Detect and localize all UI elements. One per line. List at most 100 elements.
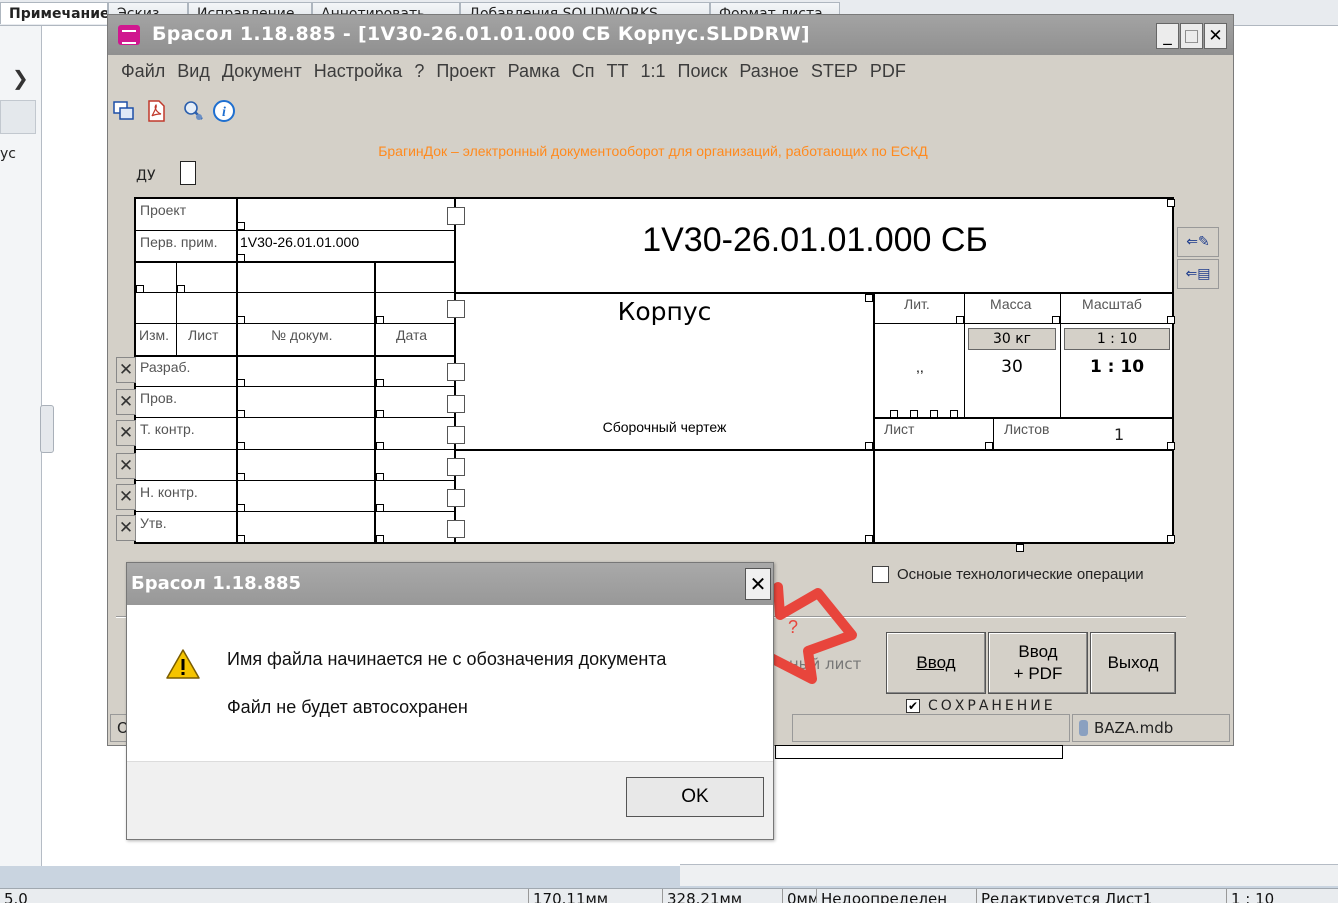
info-icon[interactable]: i xyxy=(212,99,236,123)
exit-button[interactable]: Выход xyxy=(1090,632,1176,694)
scale-button[interactable]: 1 : 10 xyxy=(1064,328,1170,350)
menu-help[interactable]: ? xyxy=(413,61,424,82)
menu-file[interactable]: Файл xyxy=(120,61,165,82)
menu-spec[interactable]: Сп xyxy=(571,61,595,82)
save-checkbox[interactable]: ✔ xyxy=(906,699,920,713)
project-checkbox[interactable] xyxy=(447,207,465,225)
enter-pdf-line2: + PDF xyxy=(1013,664,1063,683)
lit-value[interactable]: ,, xyxy=(916,359,924,375)
col-change: Изм. xyxy=(139,327,169,343)
app-icon xyxy=(118,25,140,45)
enter-button[interactable]: Ввод xyxy=(886,632,986,694)
sheets-label: Листов xyxy=(1004,421,1050,437)
settings-search-icon[interactable] xyxy=(182,99,206,123)
role-norm-control: Н. контр. xyxy=(140,484,198,500)
lit-label: Лит. xyxy=(904,296,930,312)
chevron-right-icon[interactable]: ❯ xyxy=(12,66,29,90)
du-label: ДУ xyxy=(136,168,156,184)
menu-scale-1-1[interactable]: 1:1 xyxy=(639,61,665,82)
dialog-title-bar[interactable]: Брасол 1.18.885 ✕ xyxy=(127,563,773,605)
scale-value[interactable]: 1 : 10 xyxy=(1064,357,1170,377)
background-statusbar: 5.0 170.11мм 328.21мм 0мм Недоопределен … xyxy=(0,888,1338,903)
menu-step[interactable]: STEP xyxy=(810,61,858,82)
col-sheet: Лист xyxy=(188,327,219,343)
sheets-value[interactable]: 1 xyxy=(1114,425,1124,444)
menu-frame[interactable]: Рамка xyxy=(507,61,560,82)
title-block: Проект Перв. прим. 1V30-26.01.01.000 Изм… xyxy=(134,197,1175,552)
row-checkbox[interactable] xyxy=(447,300,465,318)
col-doc-no: № докум. xyxy=(271,327,333,343)
tech-control-checkbox[interactable] xyxy=(447,426,465,444)
status-db: BAZA.mdb xyxy=(1072,714,1230,742)
pdf-icon[interactable] xyxy=(144,99,168,123)
exit-button-label: Выход xyxy=(1107,653,1159,672)
ok-button[interactable]: OK xyxy=(626,777,764,817)
close-button[interactable]: ✕ xyxy=(1204,23,1227,49)
clear-checker-button[interactable]: ✕ xyxy=(116,389,136,415)
menu-search[interactable]: Поиск xyxy=(677,61,728,82)
status-value: 5.0 xyxy=(4,890,28,903)
empty-role-checkbox[interactable] xyxy=(447,458,465,476)
paste-from-clipboard-icon[interactable]: ⇐▤ xyxy=(1177,259,1219,289)
tab-note[interactable]: Примечание xyxy=(0,2,108,24)
clear-approver-button[interactable]: ✕ xyxy=(116,515,136,541)
mass-label: Масса xyxy=(990,296,1032,312)
approver-checkbox[interactable] xyxy=(447,520,465,538)
developer-checkbox[interactable] xyxy=(447,363,465,381)
dialog-title: Брасол 1.18.885 xyxy=(131,573,302,594)
status-y: 328.21мм xyxy=(662,889,782,903)
clear-norm-control-button[interactable]: ✕ xyxy=(116,484,136,510)
enter-pdf-button[interactable]: Ввод + PDF xyxy=(988,632,1088,694)
main-title-bar[interactable]: Брасол 1.18.885 - [1V30-26.01.01.000 СБ … xyxy=(108,15,1233,55)
menu-document[interactable]: Документ xyxy=(221,61,302,82)
document-designation[interactable]: 1V30-26.01.01.000 СБ xyxy=(456,221,1174,260)
menu-tt[interactable]: ТТ xyxy=(605,61,628,82)
first-use-value[interactable]: 1V30-26.01.01.000 xyxy=(240,234,359,250)
menu-pdf[interactable]: PDF xyxy=(869,61,906,82)
annotation-question: ? xyxy=(788,617,798,637)
drawing-strip xyxy=(775,745,1063,759)
role-developer: Разраб. xyxy=(140,359,191,375)
du-checkbox[interactable] xyxy=(180,161,196,185)
status-z: 0мм xyxy=(782,889,816,903)
database-icon xyxy=(1079,720,1088,736)
horizontal-scrollbar[interactable] xyxy=(680,864,1338,886)
minimize-button[interactable]: _ xyxy=(1156,23,1179,49)
windows-icon[interactable] xyxy=(112,99,136,123)
warning-icon xyxy=(166,649,200,679)
norm-control-checkbox[interactable] xyxy=(447,489,465,507)
checker-checkbox[interactable] xyxy=(447,395,465,413)
status-db-label: BAZA.mdb xyxy=(1094,719,1174,737)
menu-settings[interactable]: Настройка xyxy=(313,61,403,82)
role-checker: Пров. xyxy=(140,390,177,406)
clear-empty-role-button[interactable]: ✕ xyxy=(116,453,136,479)
dialog-close-button[interactable]: ✕ xyxy=(745,568,771,600)
menu-project[interactable]: Проект xyxy=(435,61,495,82)
mass-value[interactable]: 30 xyxy=(968,357,1056,377)
project-label: Проект xyxy=(140,202,187,218)
sidebar-resize-handle[interactable] xyxy=(40,405,54,453)
menu-view[interactable]: Вид xyxy=(176,61,210,82)
scale-label: Масштаб xyxy=(1082,296,1142,312)
clear-developer-button[interactable]: ✕ xyxy=(116,357,136,383)
menu-misc[interactable]: Разное xyxy=(738,61,798,82)
warning-dialog: Брасол 1.18.885 ✕ Имя файла начинается н… xyxy=(126,562,774,840)
sidebar-field[interactable] xyxy=(0,100,36,134)
window-title: Брасол 1.18.885 - [1V30-26.01.01.000 СБ … xyxy=(152,23,810,45)
document-type[interactable]: Сборочный чертеж xyxy=(456,419,873,435)
col-date: Дата xyxy=(396,327,428,343)
status-scale: 1 : 10 xyxy=(1226,889,1338,903)
clear-tech-control-button[interactable]: ✕ xyxy=(116,420,136,446)
tagline: БрагинДок – электронный документооборот … xyxy=(378,143,928,159)
document-name[interactable]: Корпус xyxy=(456,297,873,326)
mass-button[interactable]: 30 кг xyxy=(968,328,1056,350)
main-operations-checkbox[interactable] xyxy=(872,566,889,583)
save-label: СОХРАНЕНИЕ xyxy=(928,698,1056,714)
sheet-label: Лист xyxy=(884,421,915,437)
main-operations-label: Осноые технологические операции xyxy=(897,566,1144,583)
menu-bar: Файл Вид Документ Настройка? Проект Рамка Сп ТТ… xyxy=(108,61,906,87)
maximize-button[interactable]: □ xyxy=(1180,23,1203,49)
status-x: 170.11мм xyxy=(528,889,620,903)
status-middle xyxy=(792,714,1070,742)
paste-designation-icon[interactable]: ⇐✎ xyxy=(1177,227,1219,257)
